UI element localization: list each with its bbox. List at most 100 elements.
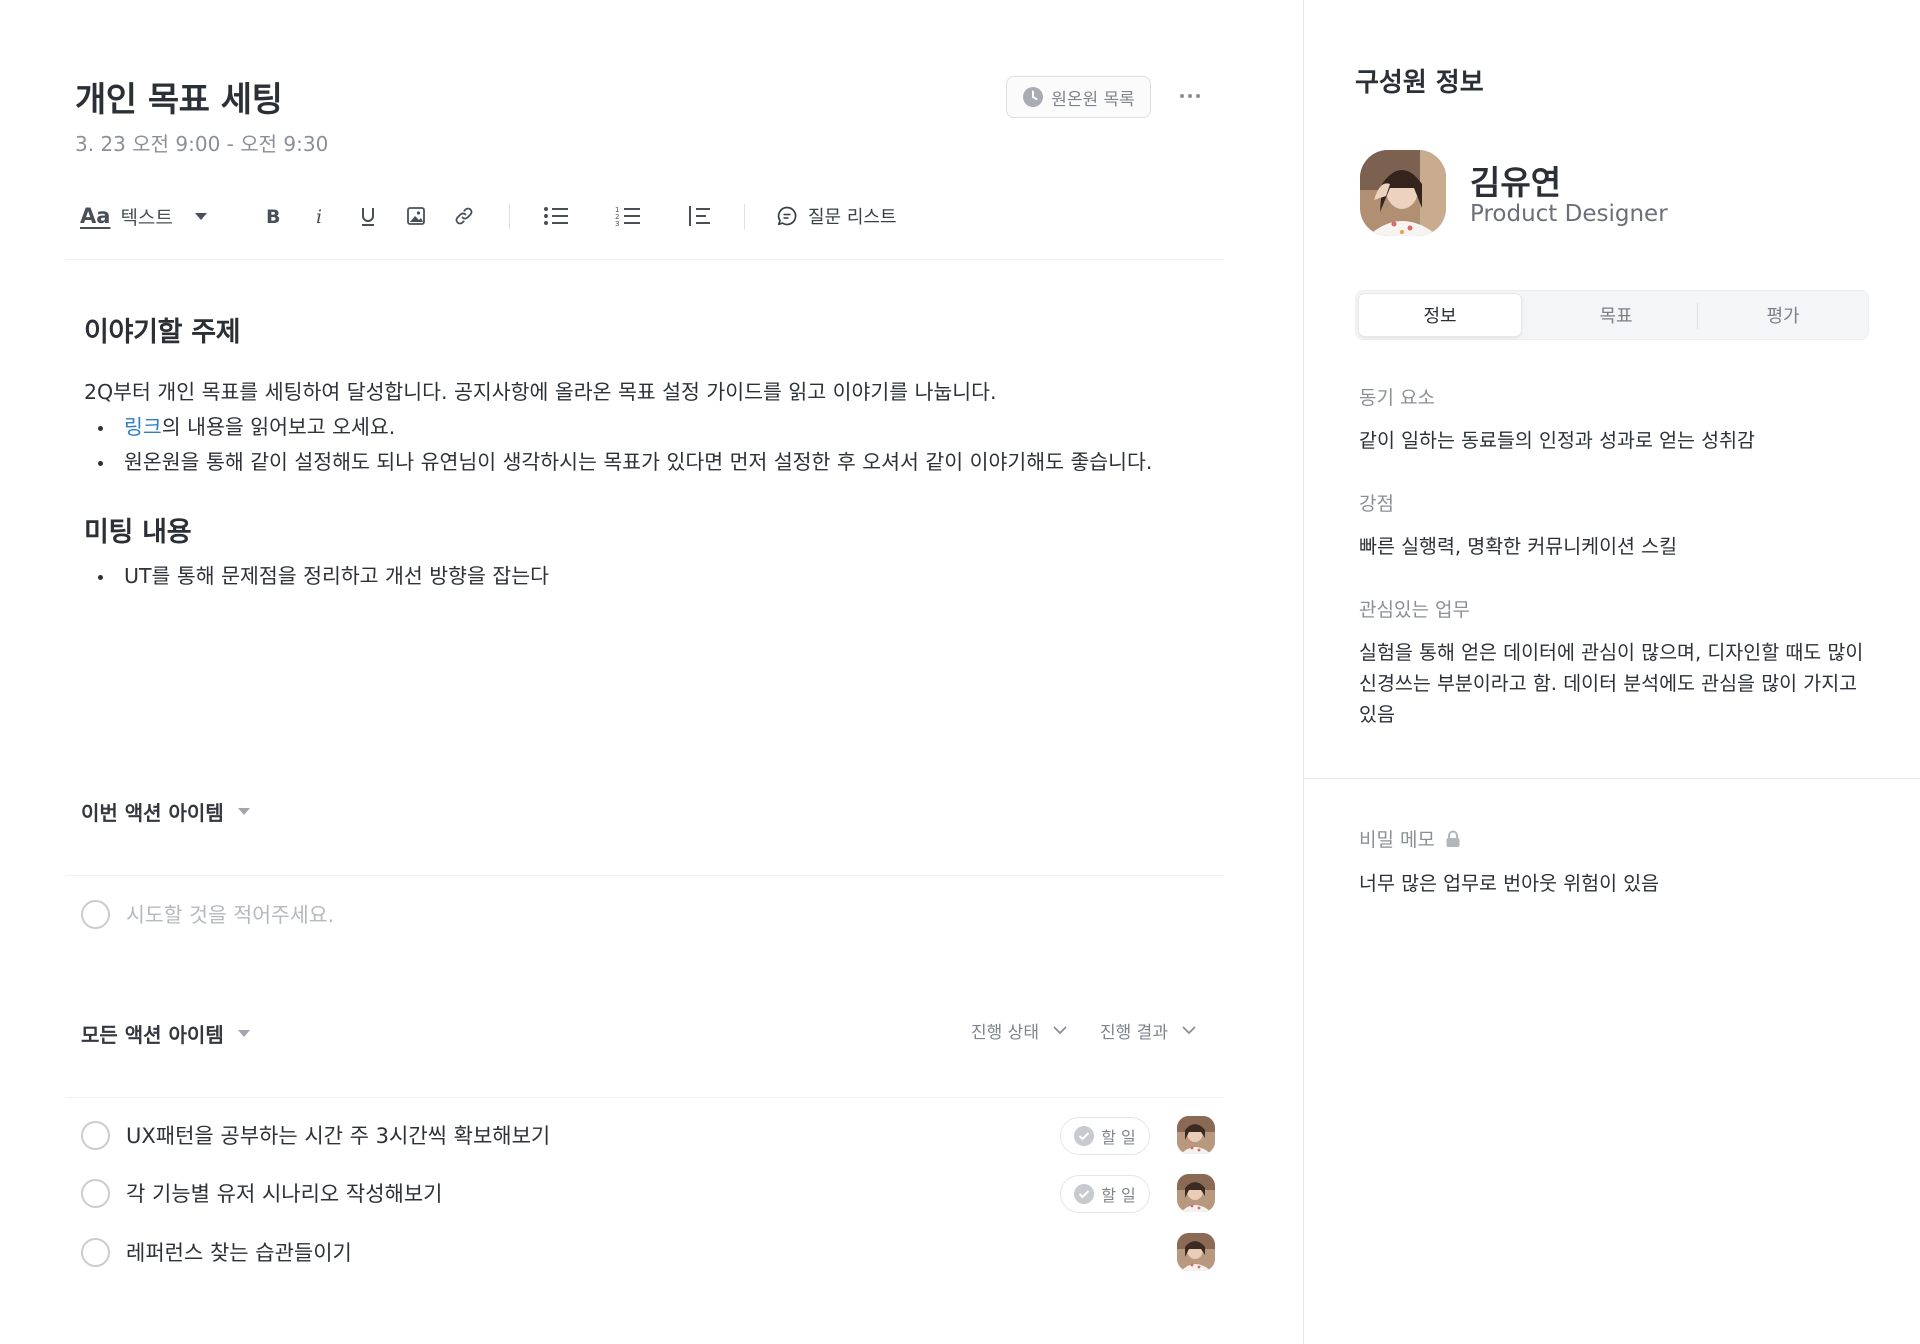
svg-text:i: i <box>316 206 322 226</box>
action-item-row: 각 기능별 유저 시나리오 작성해보기 할 일 <box>81 1171 1215 1215</box>
oneone-list-button[interactable]: 원온원 목록 <box>1006 76 1151 118</box>
all-action-items-heading: 모든 액션 아이템 <box>81 1023 224 1047</box>
topic-bullet-list: 링크의 내용을 읽어보고 오세요. 원온원을 통해 같이 설정해도 되나 유연님… <box>84 410 1204 480</box>
link-icon <box>455 207 473 225</box>
secret-memo-label: 비밀 메모 <box>1359 829 1435 851</box>
numbered-list-icon: 123 <box>615 206 640 227</box>
action-item-checkbox[interactable] <box>81 1120 110 1150</box>
bold-icon: B <box>266 206 280 226</box>
italic-button[interactable]: i <box>300 196 340 236</box>
status-badge-label: 할 일 <box>1101 1186 1136 1205</box>
member-info-panel: 구성원 정보 김유연 Product Designer 정보 목표 평가 동기 … <box>1303 0 1920 1344</box>
strength-value: 빠른 실행력, 명확한 커뮤니케이션 스킬 <box>1359 535 1678 558</box>
underline-button[interactable] <box>348 196 388 236</box>
image-button[interactable] <box>396 196 436 236</box>
topic-paragraph: 2Q부터 개인 목표를 세팅하여 달성합니다. 공지사항에 올라온 목표 설정 … <box>84 380 997 404</box>
numbered-list-button[interactable]: 123 <box>606 196 650 236</box>
clock-icon <box>1023 87 1044 107</box>
secret-memo-header: 비밀 메모 <box>1359 825 1461 852</box>
member-role: Product Designer <box>1470 201 1668 227</box>
panel-title: 구성원 정보 <box>1355 68 1484 98</box>
assignee-avatar[interactable] <box>1177 1233 1215 1271</box>
new-action-item-input[interactable] <box>126 902 626 927</box>
oneone-list-label: 원온원 목록 <box>1051 89 1135 110</box>
check-circle-icon <box>1074 1126 1095 1146</box>
current-action-items-heading: 이번 액션 아이템 <box>81 801 224 825</box>
text-style-dropdown[interactable]: Aa 텍스트 <box>80 196 207 236</box>
section-divider <box>66 875 1224 876</box>
action-item-label[interactable]: 각 기능별 유저 시나리오 작성해보기 <box>126 1178 443 1208</box>
action-item-row: UX패턴을 공부하는 시간 주 3시간씩 확보해보기 할 일 <box>81 1113 1215 1157</box>
list-item-text: 의 내용을 읽어보고 오세요. <box>161 415 396 439</box>
chevron-down-icon <box>1053 1026 1067 1035</box>
list-item: UT를 통해 문제점을 정리하고 개선 방향을 잡는다 <box>84 559 1204 594</box>
action-item-checkbox[interactable] <box>81 1237 110 1267</box>
status-filter-label: 진행 상태 <box>971 1023 1039 1043</box>
chevron-down-icon <box>237 808 250 815</box>
toolbar-divider <box>509 204 510 230</box>
motivation-label: 동기 요소 <box>1359 387 1435 409</box>
text-style-label: 텍스트 <box>120 206 173 229</box>
secret-memo-value: 너무 많은 업무로 번아웃 위험이 있음 <box>1359 872 1660 895</box>
question-list-button[interactable]: 질문 리스트 <box>776 196 897 236</box>
more-options-button[interactable] <box>1170 78 1210 114</box>
toolbar-divider <box>744 204 745 230</box>
tab-goals[interactable]: 목표 <box>1536 293 1696 337</box>
meeting-content-heading: 미팅 내용 <box>84 517 192 548</box>
motivation-value: 같이 일하는 동료들의 인정과 성과로 얻는 성취감 <box>1359 429 1755 452</box>
reference-link[interactable]: 링크 <box>124 415 162 439</box>
all-action-items-toggle[interactable]: 모든 액션 아이템 <box>81 1019 250 1048</box>
svg-text:3: 3 <box>615 220 619 227</box>
action-item-label[interactable]: 레퍼런스 찾는 습관들이기 <box>126 1237 352 1267</box>
status-badge[interactable]: 할 일 <box>1060 1175 1150 1213</box>
interest-value: 실험을 통해 얻은 데이터에 관심이 많으며, 디자인할 때도 많이 신경쓰는 … <box>1359 641 1864 726</box>
text-style-icon: Aa <box>80 204 111 228</box>
member-name: 김유연 <box>1470 163 1562 202</box>
comment-icon <box>777 206 797 226</box>
quote-icon <box>689 206 710 226</box>
underline-icon <box>362 208 374 226</box>
tab-evaluation[interactable]: 평가 <box>1700 293 1866 337</box>
bulleted-list-icon <box>544 207 568 225</box>
topic-heading: 이야기할 주제 <box>84 317 241 348</box>
status-badge-label: 할 일 <box>1101 1128 1136 1147</box>
list-item: 링크의 내용을 읽어보고 오세요. <box>84 410 1204 445</box>
profile-photo <box>1360 150 1446 236</box>
action-item-label[interactable]: UX패턴을 공부하는 시간 주 3시간씩 확보해보기 <box>126 1120 550 1150</box>
chevron-down-icon <box>237 1030 250 1037</box>
more-horizontal-icon <box>1180 94 1200 98</box>
assignee-avatar[interactable] <box>1177 1116 1215 1154</box>
result-filter-dropdown[interactable]: 진행 결과 <box>1100 1018 1196 1043</box>
member-tabs: 정보 목표 평가 <box>1355 290 1869 340</box>
image-icon <box>407 207 425 225</box>
check-circle-icon <box>1074 1184 1095 1204</box>
current-action-items-toggle[interactable]: 이번 액션 아이템 <box>81 797 250 826</box>
new-action-item <box>81 900 626 929</box>
bulleted-list-button[interactable] <box>534 196 578 236</box>
action-item-checkbox[interactable] <box>81 900 110 929</box>
tab-divider <box>1697 303 1698 329</box>
question-list-label: 질문 리스트 <box>808 207 897 228</box>
interest-label: 관심있는 업무 <box>1359 599 1470 621</box>
quote-button[interactable] <box>678 196 722 236</box>
chevron-down-icon <box>194 212 207 220</box>
bold-button[interactable]: B <box>252 196 292 236</box>
status-filter-dropdown[interactable]: 진행 상태 <box>971 1018 1067 1043</box>
strength-label: 강점 <box>1359 493 1394 515</box>
assignee-avatar[interactable] <box>1177 1174 1215 1212</box>
svg-text:B: B <box>266 206 280 226</box>
result-filter-label: 진행 결과 <box>1100 1023 1168 1043</box>
lock-icon <box>1446 830 1460 847</box>
note-body[interactable]: 이야기할 주제 2Q부터 개인 목표를 세팅하여 달성합니다. 공지사항에 올라… <box>84 300 1204 594</box>
chevron-down-icon <box>1182 1026 1196 1035</box>
meeting-bullet-list: UT를 통해 문제점을 정리하고 개선 방향을 잡는다 <box>84 559 1204 594</box>
editor-toolbar: Aa 텍스트 B i 123 질문 리스트 <box>66 190 1224 260</box>
action-item-checkbox[interactable] <box>81 1178 110 1208</box>
status-badge[interactable]: 할 일 <box>1060 1117 1150 1155</box>
action-item-row: 레퍼런스 찾는 습관들이기 <box>81 1230 1215 1274</box>
list-item: 원온원을 통해 같이 설정해도 되나 유연님이 생각하시는 목표가 있다면 먼저… <box>84 445 1204 480</box>
link-button[interactable] <box>444 196 484 236</box>
italic-icon: i <box>316 206 322 226</box>
section-divider <box>66 1097 1224 1098</box>
tab-info[interactable]: 정보 <box>1358 293 1522 337</box>
